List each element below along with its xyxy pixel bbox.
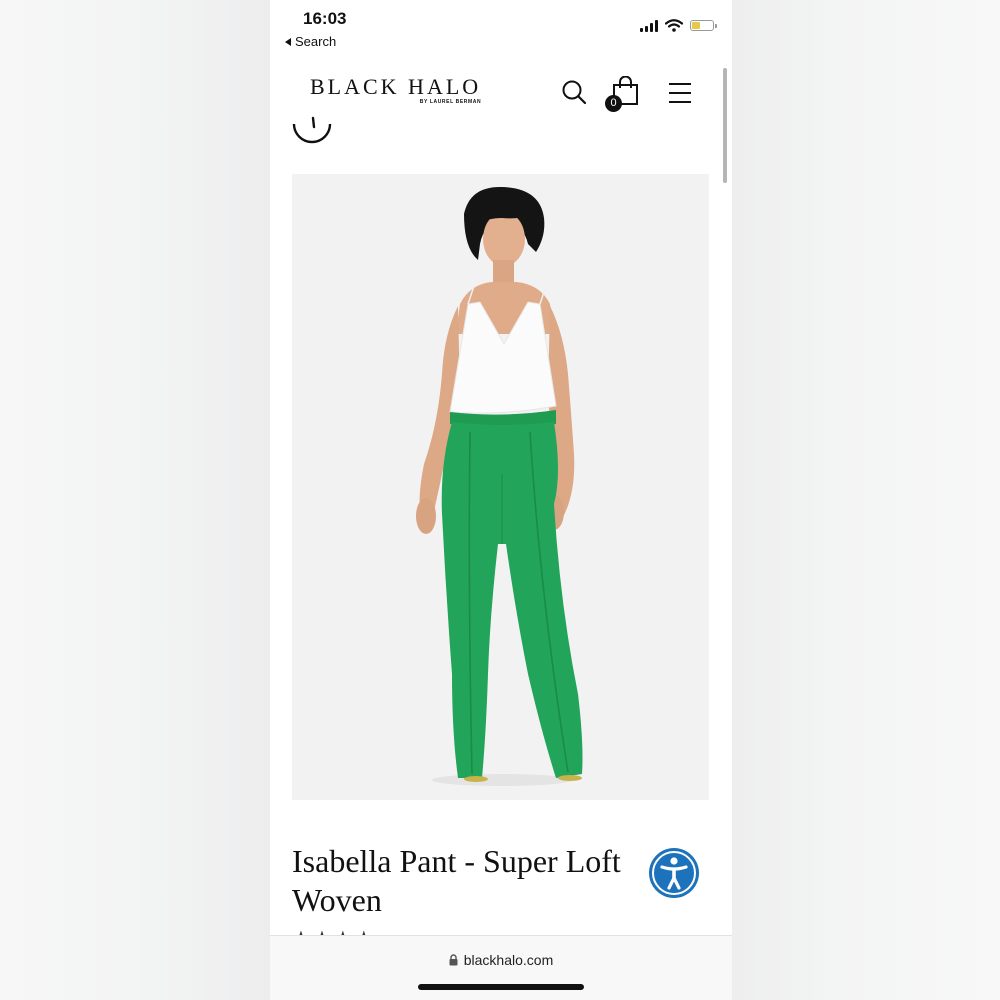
browser-address-bar[interactable]: blackhalo.com (270, 935, 732, 1000)
page-scrollbar[interactable] (723, 68, 727, 183)
model-photo (416, 186, 583, 786)
product-image[interactable] (292, 174, 709, 800)
back-to-search[interactable]: Search (285, 34, 336, 49)
phone-screen: 16:03 Search BLACK HALO BY LAUREL BERMAN… (270, 0, 732, 1000)
status-time: 16:03 (303, 9, 347, 28)
back-arrow-icon (285, 37, 291, 46)
product-title: Isabella Pant - Super Loft Woven (292, 843, 621, 918)
status-icons (640, 19, 717, 32)
accessibility-icon (652, 851, 696, 895)
logo-subtitle: BY LAUREL BERMAN (419, 99, 482, 105)
brand-logo[interactable]: BLACK HALO BY LAUREL BERMAN (310, 74, 482, 106)
back-label: Search (295, 34, 337, 49)
cellular-signal-icon (640, 19, 658, 32)
circle-icon[interactable] (292, 116, 332, 146)
url-display[interactable]: blackhalo.com (270, 952, 732, 968)
cart-count-badge: 0 (605, 95, 622, 112)
battery-icon (690, 20, 717, 31)
logo-text: BLACK HALO (310, 74, 482, 99)
background-left (0, 0, 270, 1000)
wifi-icon (665, 19, 683, 32)
search-icon[interactable] (561, 79, 587, 105)
home-indicator[interactable] (418, 984, 584, 990)
url-text: blackhalo.com (463, 952, 554, 968)
lock-icon (449, 954, 458, 966)
accessibility-button[interactable] (649, 848, 699, 898)
hamburger-menu-icon[interactable] (668, 82, 692, 104)
background-right (732, 0, 1000, 1000)
